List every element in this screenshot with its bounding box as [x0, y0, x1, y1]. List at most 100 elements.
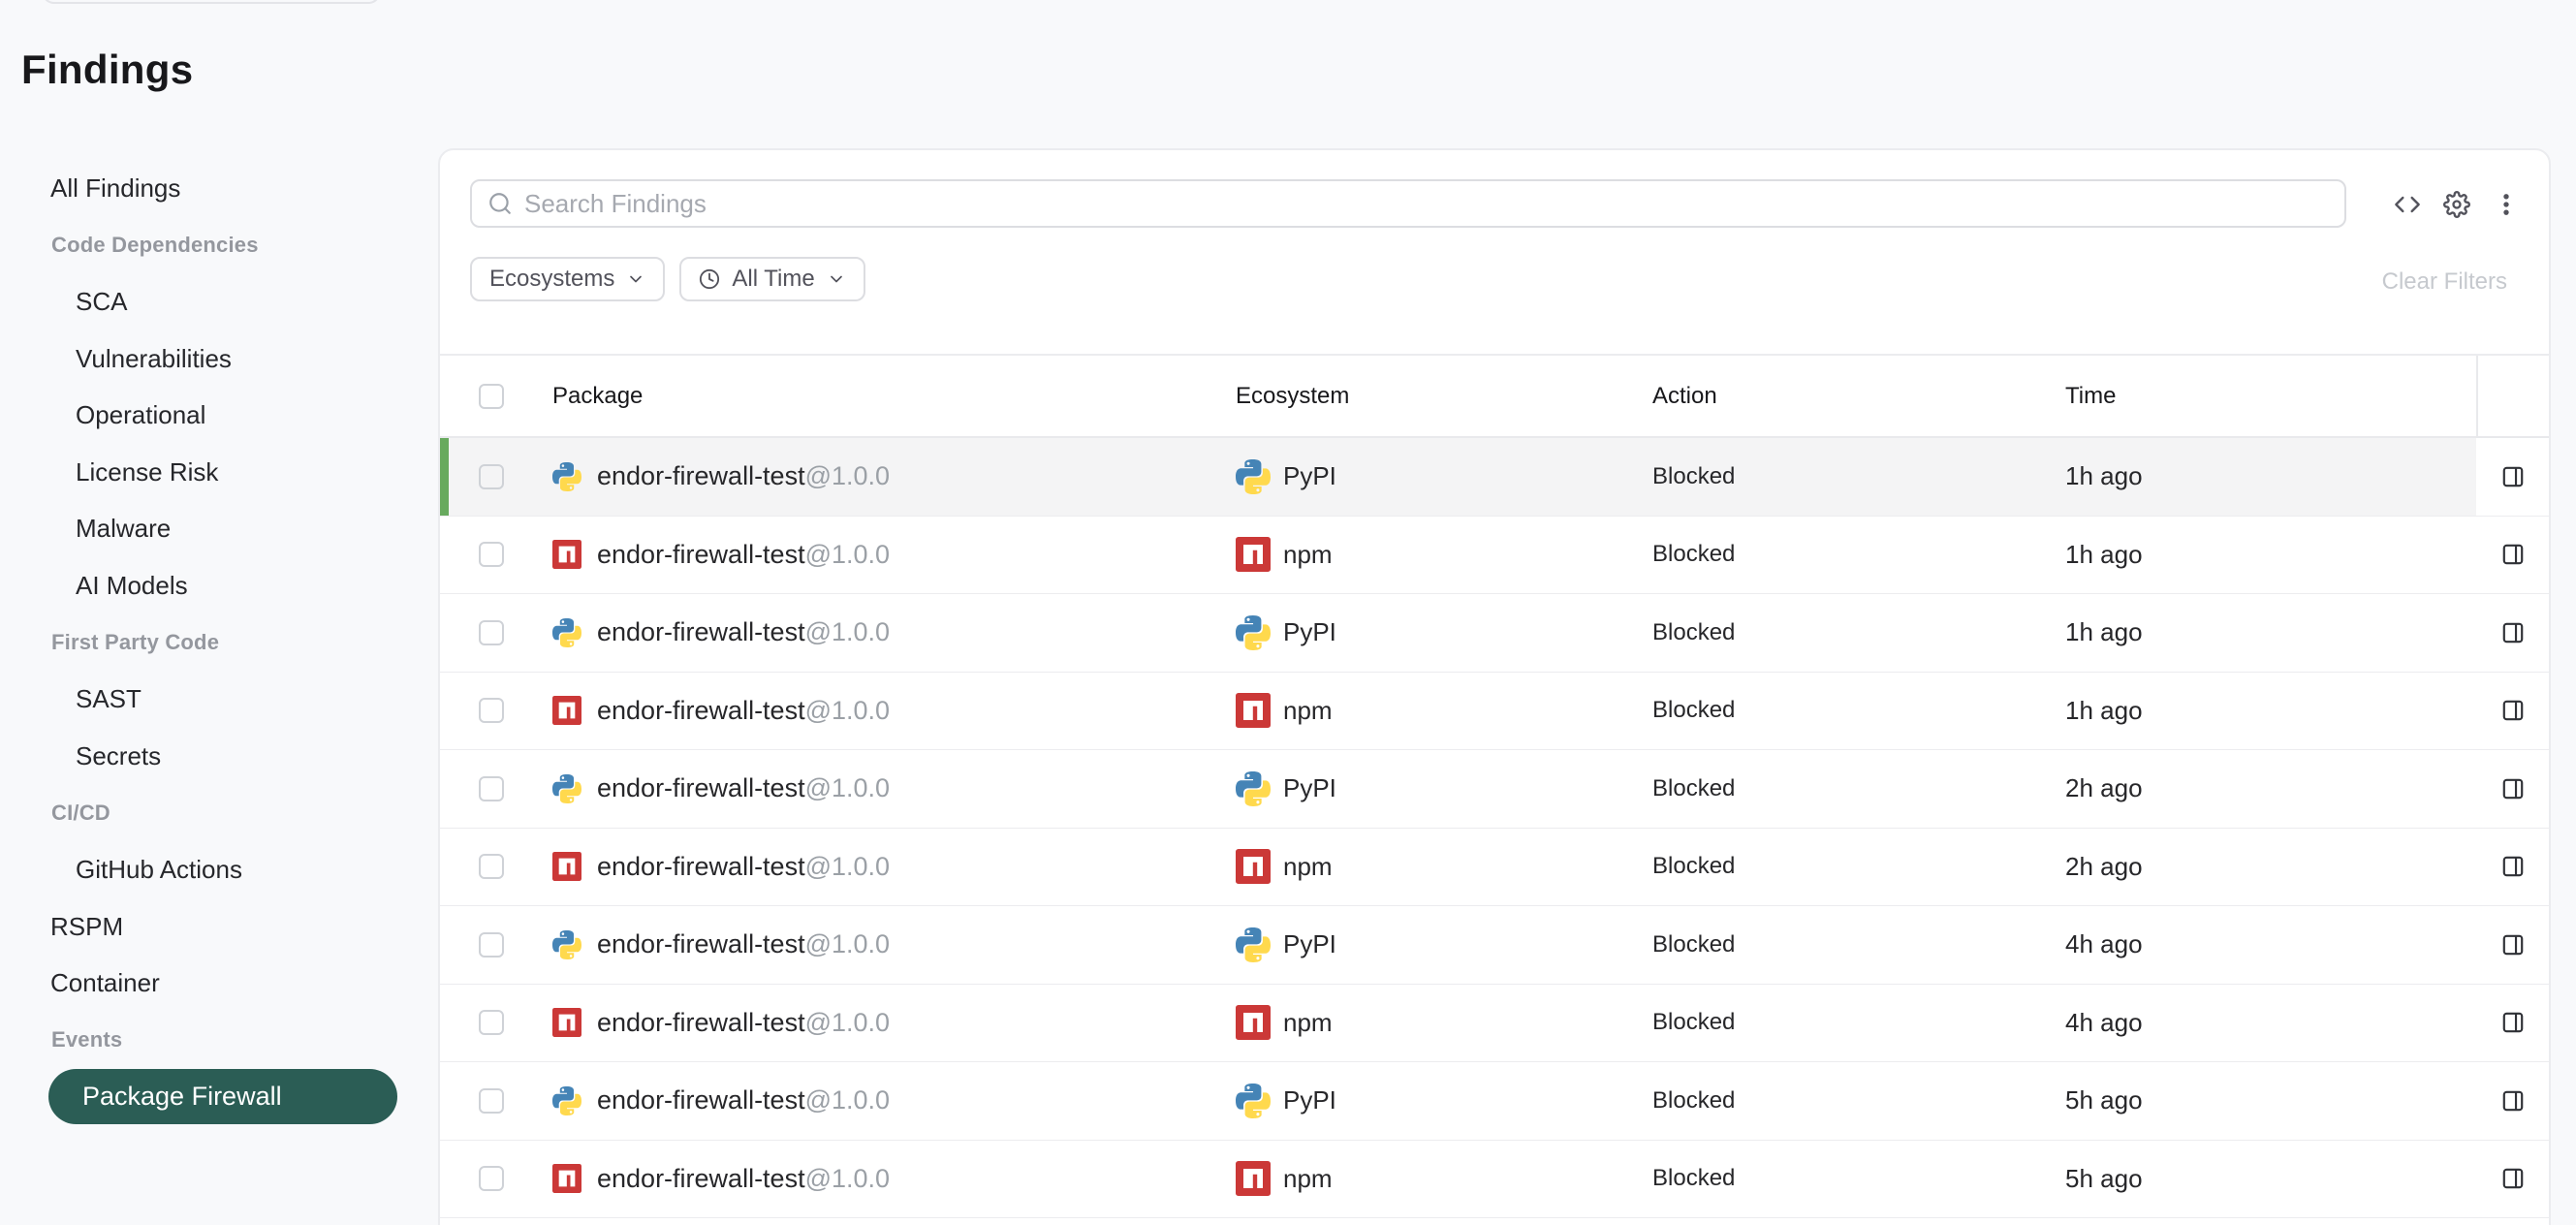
sidebar: Findings All FindingsCode DependenciesSC…: [0, 0, 438, 1225]
row-checkbox[interactable]: [479, 620, 504, 645]
chevron-down-icon: [827, 269, 846, 289]
row-checkbox[interactable]: [479, 698, 504, 723]
npm-icon: [552, 1008, 581, 1037]
table-row[interactable]: endor-firewall-test @1.0.0 npm Blocked 4…: [440, 985, 2549, 1063]
select-all-checkbox[interactable]: [479, 384, 504, 409]
python-icon: [1236, 771, 1271, 806]
table-row[interactable]: endor-firewall-test @1.0.0 PyPI Blocked …: [440, 750, 2549, 829]
sidebar-item-package-firewall[interactable]: Package Firewall: [48, 1069, 397, 1124]
row-checkbox[interactable]: [479, 854, 504, 879]
table-row[interactable]: endor-firewall-test @1.0.0 npm Blocked 1…: [440, 673, 2549, 751]
ecosystems-filter-button[interactable]: Ecosystems: [470, 257, 665, 301]
time-label: 1h ago: [2065, 617, 2143, 646]
open-side-panel-button[interactable]: [2500, 542, 2526, 567]
column-header-time: Time: [2065, 383, 2476, 410]
ecosystem-label: PyPI: [1283, 461, 1336, 491]
side-panel-icon: [2500, 854, 2526, 879]
table-row[interactable]: endor-firewall-test @1.0.0 PyPI Blocked …: [440, 438, 2549, 517]
python-icon: [1236, 1084, 1271, 1118]
findings-table: Package Ecosystem Action Time endor-fire…: [440, 354, 2549, 1225]
time-label: 5h ago: [2065, 1164, 2143, 1193]
side-panel-icon: [2500, 776, 2526, 801]
sidebar-item-malware[interactable]: Malware: [0, 514, 171, 544]
package-version: @1.0.0: [805, 617, 890, 647]
open-side-panel-button[interactable]: [2500, 620, 2526, 645]
time-label: 4h ago: [2065, 1008, 2143, 1037]
python-icon: [552, 1086, 581, 1115]
time-label: 1h ago: [2065, 461, 2143, 490]
open-side-panel-button[interactable]: [2500, 932, 2526, 958]
sidebar-item-all-findings[interactable]: All Findings: [0, 173, 180, 204]
sidebar-nav-row: Vulnerabilities: [0, 330, 438, 388]
open-side-panel-button[interactable]: [2500, 854, 2526, 879]
sidebar-item-rspm[interactable]: RSPM: [0, 912, 123, 942]
sidebar-item-ai-models[interactable]: AI Models: [0, 571, 188, 601]
package-name: endor-firewall-test: [597, 1008, 805, 1038]
python-icon: [552, 618, 581, 647]
open-side-panel-button[interactable]: [2500, 1088, 2526, 1114]
sidebar-item-operational[interactable]: Operational: [0, 400, 205, 430]
sidebar-item-sast[interactable]: SAST: [0, 684, 141, 714]
action-label: Blocked: [1652, 541, 1735, 567]
package-version: @1.0.0: [805, 696, 890, 726]
sidebar-section-code-dependencies: Code Dependencies: [0, 233, 259, 258]
sidebar-item-license-risk[interactable]: License Risk: [0, 457, 218, 487]
table-header-row: Package Ecosystem Action Time: [440, 356, 2549, 438]
settings-button[interactable]: [2443, 191, 2470, 218]
open-side-panel-button[interactable]: [2500, 776, 2526, 801]
table-row[interactable]: endor-firewall-test @1.0.0 PyPI Blocked …: [440, 906, 2549, 985]
ecosystem-label: PyPI: [1283, 617, 1336, 647]
sidebar-nav-row: All Findings: [0, 160, 438, 217]
code-view-button[interactable]: [2394, 191, 2421, 218]
npm-icon: [552, 540, 581, 569]
row-checkbox[interactable]: [479, 1166, 504, 1191]
time-label: 1h ago: [2065, 540, 2143, 569]
sidebar-nav-row: RSPM: [0, 898, 438, 956]
python-icon: [1236, 927, 1271, 962]
sidebar-nav-row: Package Firewall: [0, 1069, 438, 1126]
npm-icon: [552, 1164, 581, 1193]
search-icon: [487, 191, 513, 216]
table-row[interactable]: endor-firewall-test @1.0.0 npm Blocked 2…: [440, 829, 2549, 907]
python-icon: [1236, 459, 1271, 494]
search-input[interactable]: [524, 189, 2329, 219]
open-side-panel-button[interactable]: [2500, 1166, 2526, 1191]
ecosystem-label: npm: [1283, 1164, 1333, 1194]
table-row[interactable]: endor-firewall-test @1.0.0 npm Blocked 1…: [440, 517, 2549, 595]
sidebar-item-vulnerabilities[interactable]: Vulnerabilities: [0, 344, 232, 374]
side-panel-icon: [2500, 464, 2526, 489]
row-checkbox[interactable]: [479, 1010, 504, 1035]
python-icon: [552, 462, 581, 491]
table-row[interactable]: endor-firewall-test @1.0.0 PyPI Blocked …: [440, 1218, 2549, 1225]
python-icon: [552, 774, 581, 803]
table-row[interactable]: endor-firewall-test @1.0.0 PyPI Blocked …: [440, 594, 2549, 673]
ecosystems-filter-label: Ecosystems: [489, 266, 614, 293]
more-options-button[interactable]: [2493, 191, 2520, 218]
table-row[interactable]: endor-firewall-test @1.0.0 npm Blocked 5…: [440, 1141, 2549, 1219]
sidebar-item-github-actions[interactable]: GitHub Actions: [0, 855, 242, 885]
row-checkbox[interactable]: [479, 776, 504, 801]
open-side-panel-button[interactable]: [2500, 698, 2526, 723]
sidebar-item-container[interactable]: Container: [0, 968, 160, 998]
row-checkbox[interactable]: [479, 542, 504, 567]
npm-icon: [1236, 693, 1271, 728]
sidebar-item-secrets[interactable]: Secrets: [0, 741, 161, 771]
clear-filters-button[interactable]: Clear Filters: [2382, 268, 2507, 296]
sidebar-item-sca[interactable]: SCA: [0, 287, 127, 317]
row-checkbox[interactable]: [479, 932, 504, 958]
package-version: @1.0.0: [805, 1008, 890, 1038]
npm-icon: [1236, 1161, 1271, 1196]
column-header-package: Package: [552, 383, 1236, 410]
sidebar-nav-row: Container: [0, 955, 438, 1012]
open-side-panel-button[interactable]: [2500, 1010, 2526, 1035]
package-name: endor-firewall-test: [597, 696, 805, 726]
time-label: 2h ago: [2065, 773, 2143, 802]
npm-icon: [1236, 537, 1271, 572]
table-row[interactable]: endor-firewall-test @1.0.0 PyPI Blocked …: [440, 1062, 2549, 1141]
sidebar-nav-row: Events: [0, 1012, 438, 1069]
row-checkbox[interactable]: [479, 464, 504, 489]
time-filter-button[interactable]: All Time: [679, 257, 864, 301]
open-side-panel-button[interactable]: [2500, 464, 2526, 489]
row-checkbox[interactable]: [479, 1088, 504, 1114]
sidebar-nav-row: License Risk: [0, 444, 438, 501]
